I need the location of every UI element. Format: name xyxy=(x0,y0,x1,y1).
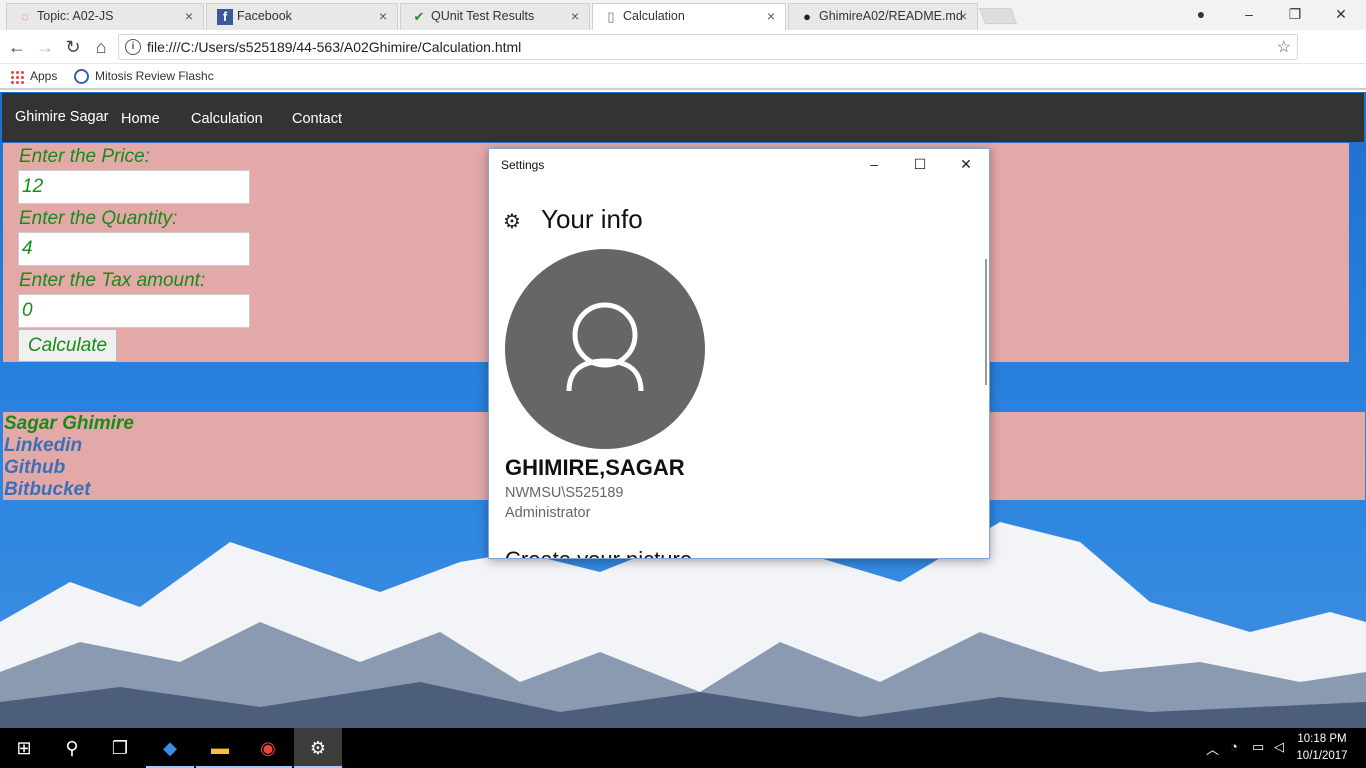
close-button[interactable]: ✕ xyxy=(943,153,989,175)
home-icon[interactable]: ⌂ xyxy=(90,36,112,58)
tab-title: Topic: A02-JS xyxy=(37,9,114,23)
tab-qunit-results[interactable]: ✔ QUnit Test Results × xyxy=(400,3,590,30)
settings-window: Settings – ☐ ✕ ⚙ Your info GHIMIRE,SAGAR… xyxy=(488,148,990,559)
link-linkedin[interactable]: Linkedin xyxy=(4,435,82,457)
battery-icon[interactable]: ▭ xyxy=(1252,739,1264,755)
maximize-button[interactable]: ☐ xyxy=(897,153,943,175)
profile-icon[interactable]: ● xyxy=(1178,4,1224,24)
author-name: Sagar Ghimire xyxy=(4,413,134,434)
bookmark-label: Mitosis Review Flashc xyxy=(95,69,214,83)
bookmark-mitosis[interactable]: Mitosis Review Flashc xyxy=(74,68,214,85)
calculate-button[interactable]: Calculate xyxy=(18,329,117,362)
browser-tab-strip: ◌ Topic: A02-JS × f Facebook × ✔ QUnit T… xyxy=(0,0,1366,30)
user-role: Administrator xyxy=(505,505,591,521)
browser-toolbar: ← → ↻ ⌂ i file:///C:/Users/s525189/44-56… xyxy=(0,30,1366,86)
show-hidden-icons[interactable]: ︿ xyxy=(1206,739,1219,758)
windows-start-icon[interactable]: ⊞ xyxy=(0,728,48,768)
tab-title: Facebook xyxy=(237,9,292,23)
reload-icon[interactable]: ↻ xyxy=(62,36,84,58)
tab-topic-a02-js[interactable]: ◌ Topic: A02-JS × xyxy=(6,3,204,30)
volume-icon[interactable]: ◁ xyxy=(1274,739,1284,755)
system-clock[interactable]: 10:18 PM 10/1/2017 xyxy=(1292,731,1352,765)
quantity-input[interactable] xyxy=(18,232,250,266)
settings-heading: Your info xyxy=(541,204,643,234)
forward-arrow-icon[interactable]: → xyxy=(34,36,56,58)
restore-button[interactable]: ❐ xyxy=(1272,4,1318,24)
nav-link-home[interactable]: Home xyxy=(121,111,160,127)
tab-title: GhimireA02/README.md xyxy=(819,9,963,23)
tab-calculation[interactable]: ▯ Calculation × xyxy=(592,3,786,30)
search-icon[interactable]: ⚲ xyxy=(48,728,96,768)
nav-link-calculation[interactable]: Calculation xyxy=(191,111,263,127)
site-navbar: Ghimire Sagar Home Calculation Contact xyxy=(2,93,1364,142)
tab-facebook[interactable]: f Facebook × xyxy=(206,3,398,30)
bookmark-star-icon[interactable]: ☆ xyxy=(1277,37,1291,57)
taskbar: ⊞ ⚲ ❐ ◆ ▬ ◉ ⚙ ︿ ◔ ▭ ◁ 10:18 PM 10/1/2017 xyxy=(0,728,1366,768)
scrollbar[interactable] xyxy=(985,259,987,385)
tab-github-readme[interactable]: ● GhimireA02/README.md × xyxy=(788,3,978,30)
bookmark-apps[interactable]: Apps xyxy=(10,68,57,84)
price-label: Enter the Price: xyxy=(19,146,150,167)
clock-time: 10:18 PM xyxy=(1297,733,1347,745)
back-arrow-icon[interactable]: ← xyxy=(6,36,28,58)
close-window-button[interactable]: ✕ xyxy=(1318,4,1364,24)
user-account: NWMSU\S525189 xyxy=(505,485,624,501)
apps-grid-icon xyxy=(10,69,24,84)
link-github[interactable]: Github xyxy=(4,457,65,479)
info-icon[interactable]: i xyxy=(125,39,141,55)
tax-input[interactable] xyxy=(18,294,250,328)
tab-title: Calculation xyxy=(623,9,685,23)
quizlet-icon xyxy=(74,69,89,85)
tab-title: QUnit Test Results xyxy=(431,9,535,23)
user-icon xyxy=(566,302,644,392)
link-bitbucket[interactable]: Bitbucket xyxy=(4,479,91,501)
bookmarks-bar: Apps Mitosis Review Flashc xyxy=(0,64,1366,90)
price-input[interactable] xyxy=(18,170,250,204)
create-picture-heading: Create your picture xyxy=(505,547,692,558)
gear-icon: ⚙ xyxy=(503,211,521,233)
url-text[interactable]: file:///C:/Users/s525189/44-563/A02Ghimi… xyxy=(147,39,521,55)
discussion-icon: ◌ xyxy=(21,9,29,24)
page-check-icon: ✔ xyxy=(413,9,425,24)
minimize-button[interactable]: – xyxy=(851,153,897,175)
nav-link-contact[interactable]: Contact xyxy=(292,111,342,127)
close-icon[interactable]: × xyxy=(767,4,775,29)
site-brand[interactable]: Ghimire Sagar xyxy=(15,109,108,125)
avatar xyxy=(505,249,705,449)
vscode-icon[interactable]: ◆ xyxy=(146,728,194,768)
user-name: GHIMIRE,SAGAR xyxy=(505,455,685,480)
close-icon[interactable]: × xyxy=(185,4,193,29)
settings-title: Settings xyxy=(501,158,545,172)
bookmark-label: Apps xyxy=(30,69,58,83)
address-bar[interactable]: i file:///C:/Users/s525189/44-563/A02Ghi… xyxy=(118,34,1298,60)
facebook-icon: f xyxy=(217,9,233,25)
github-icon: ● xyxy=(803,9,811,24)
new-tab-button[interactable] xyxy=(979,8,1017,24)
task-view-icon[interactable]: ❐ xyxy=(96,728,144,768)
wifi-icon[interactable]: ◔ xyxy=(1230,739,1238,754)
minimize-button[interactable]: – xyxy=(1226,4,1272,24)
close-icon[interactable]: × xyxy=(959,4,967,29)
clock-date: 10/1/2017 xyxy=(1296,750,1348,762)
tax-label: Enter the Tax amount: xyxy=(19,270,206,291)
chrome-icon[interactable]: ◉ xyxy=(244,728,292,768)
page-icon: ▯ xyxy=(607,9,615,24)
quantity-label: Enter the Quantity: xyxy=(19,208,178,229)
close-icon[interactable]: × xyxy=(379,4,387,29)
settings-app-icon[interactable]: ⚙ xyxy=(294,728,342,768)
close-icon[interactable]: × xyxy=(571,4,579,29)
file-explorer-icon[interactable]: ▬ xyxy=(196,728,244,768)
